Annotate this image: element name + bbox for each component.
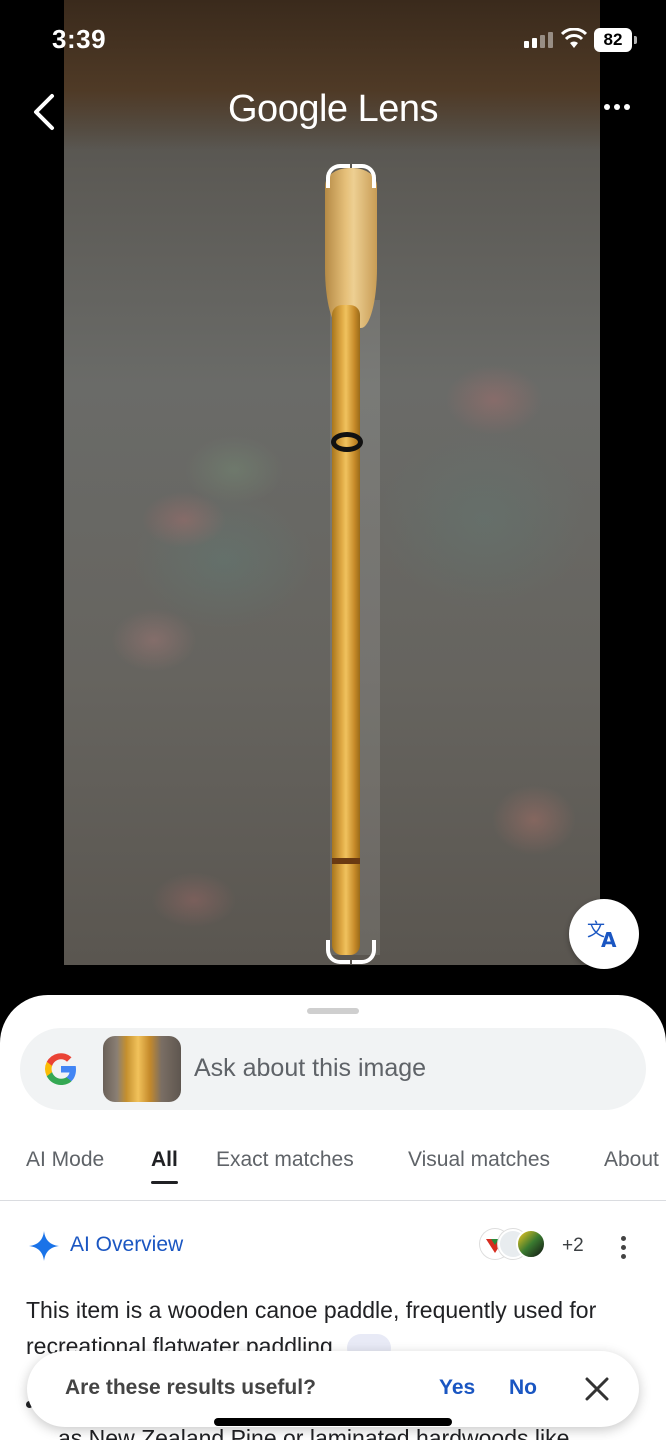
more-vertical-icon[interactable] [621,1236,626,1259]
status-time: 3:39 [52,24,107,54]
tab-ai-mode[interactable]: AI Mode [26,1148,104,1172]
paddle-band [332,858,360,864]
tab-all[interactable]: All [151,1148,178,1172]
home-indicator [214,1418,452,1426]
cellular-signal-icon [524,32,553,48]
active-tab-indicator [151,1181,178,1184]
search-input[interactable]: Ask about this image [194,1054,426,1083]
battery-nub [634,36,637,44]
sources-more-count: +2 [562,1235,584,1256]
tab-exact-matches[interactable]: Exact matches [216,1148,354,1172]
ai-overview-label: AI Overview [70,1233,184,1256]
translate-icon: 文 A [587,920,617,950]
google-g-icon [45,1053,76,1085]
search-bar[interactable]: Ask about this image [20,1028,646,1110]
tab-visual-matches[interactable]: Visual matches [408,1148,550,1172]
query-image-thumbnail[interactable] [103,1036,181,1102]
feedback-yes-button[interactable]: Yes [439,1376,475,1400]
more-horizontal-icon[interactable] [604,104,630,110]
battery-icon: 82 [594,28,632,52]
ai-overview-paragraph: This item is a wooden canoe paddle, freq… [26,1297,597,1359]
feedback-toast: Are these results useful? Yes No [27,1351,639,1427]
tab-about[interactable]: About [604,1148,659,1172]
sparkle-icon [29,1231,59,1261]
selection-corner-top-left[interactable] [326,164,350,188]
paddle-ring [331,432,363,452]
result-tabs: AI Mode All Exact matches Visual matches… [0,1115,666,1201]
ai-overview-partial-line: as New Zealand Pine or laminated hardwoo… [58,1425,570,1440]
paddle-blade [325,168,377,328]
source-icon [516,1229,546,1259]
app-title: Google Lens [228,88,439,130]
feedback-no-button[interactable]: No [509,1376,537,1400]
sheet-drag-handle[interactable] [307,1008,359,1014]
translate-button[interactable]: 文 A [569,899,639,969]
source-favicons[interactable] [480,1229,560,1259]
wifi-icon [561,28,587,48]
feedback-question: Are these results useful? [65,1376,316,1399]
svg-text:A: A [601,928,617,950]
close-icon[interactable] [584,1376,610,1402]
